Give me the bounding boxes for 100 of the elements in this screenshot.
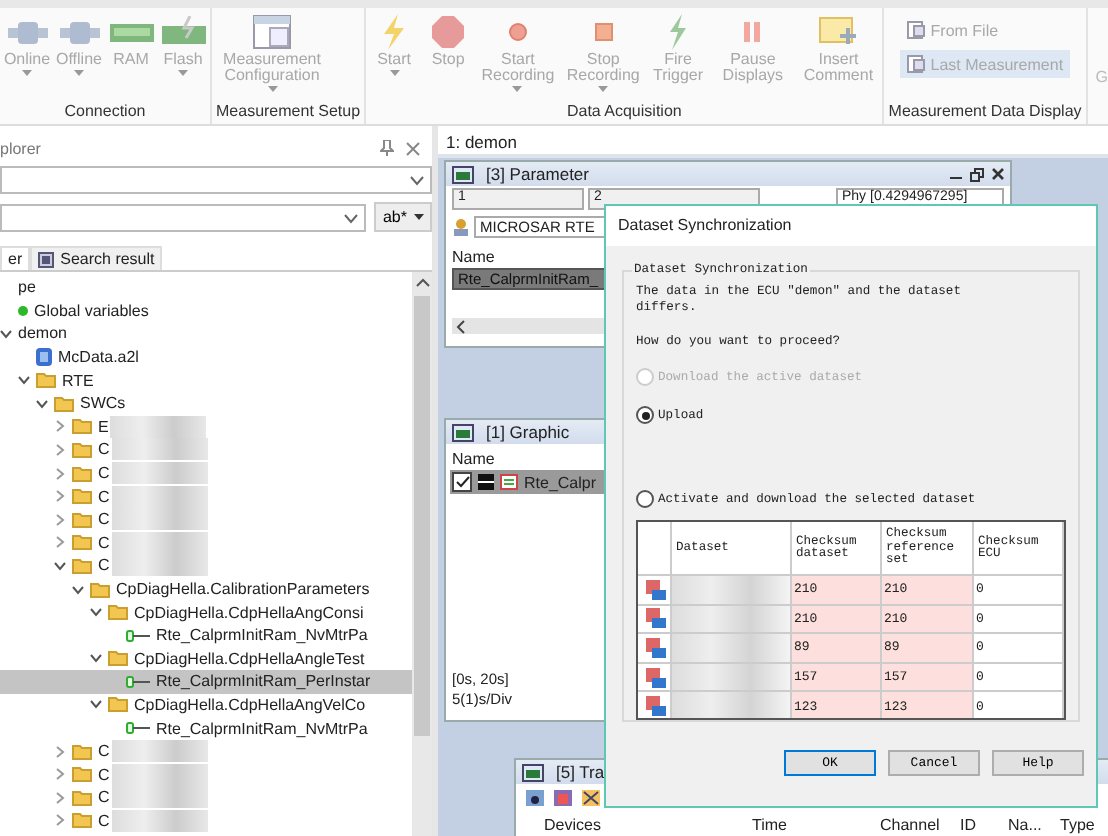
tree-item[interactable]: pe	[0, 276, 412, 300]
toolbar-icon	[526, 790, 544, 806]
close-icon	[406, 141, 420, 155]
tree-item[interactable]: Rte_CalprmInitRam_NvMtrPa	[0, 623, 412, 647]
scrollbar-thumb[interactable]	[414, 296, 430, 736]
column-header[interactable]: Na...	[1008, 816, 1042, 834]
chart-icon	[452, 423, 474, 441]
caret-icon	[413, 214, 423, 220]
tree-item[interactable]: Rte_CalprmInitRam_NvMtrPa	[0, 716, 412, 740]
column-header[interactable]: Devices	[544, 816, 601, 834]
pause-icon	[742, 20, 763, 44]
checkmark-icon	[455, 476, 469, 488]
column-header[interactable]: ID	[960, 816, 976, 834]
panel-title: plorer	[0, 139, 41, 157]
dropdown-field[interactable]	[0, 166, 432, 194]
tree-item[interactable]: C	[0, 762, 412, 787]
list-icon	[38, 251, 55, 267]
column-header[interactable]: Channel	[880, 816, 940, 834]
note-icon	[818, 14, 859, 50]
tree-item[interactable]: CpDiagHella.CdpHellaAngleTest	[0, 647, 412, 671]
chevron-left-icon	[456, 319, 466, 333]
tree-item[interactable]: C	[0, 554, 412, 578]
tree-item[interactable]: demon	[0, 322, 412, 346]
parameter-icon	[126, 629, 150, 642]
lightning-icon	[380, 14, 409, 50]
window-icon	[252, 14, 292, 50]
chip-flash-icon	[159, 16, 207, 48]
database-icon	[36, 348, 52, 367]
caret-icon	[22, 70, 32, 76]
tree-item[interactable]: E	[0, 415, 412, 439]
tree-item[interactable]: C	[0, 809, 412, 833]
plug-icon	[57, 18, 101, 46]
tree-item[interactable]: Rte_CalprmInitRam_PerInstar	[0, 670, 412, 694]
tree-item[interactable]: SWCs	[0, 391, 412, 416]
search-option-button[interactable]: ab*	[374, 202, 432, 232]
chip-icon	[107, 18, 155, 46]
tree-item[interactable]: CpDiagHella.CalibrationParameters	[0, 577, 412, 601]
user-icon	[452, 218, 470, 236]
caret-icon	[598, 86, 609, 92]
dataset-icon	[645, 696, 665, 717]
tree-item[interactable]: C	[0, 739, 412, 763]
group-label: Measurement Setup	[216, 102, 361, 124]
window-icon	[522, 763, 544, 781]
toolbar-icon	[554, 790, 572, 806]
column-header: Name	[450, 448, 497, 470]
caret-icon	[512, 86, 523, 92]
checkbox[interactable]	[452, 472, 472, 492]
lightning-icon	[666, 14, 691, 50]
dialog-title: Dataset Synchronization	[606, 206, 1096, 246]
dataset-icon	[645, 608, 665, 629]
tab[interactable]: er	[0, 246, 31, 270]
dot-icon	[18, 305, 28, 316]
caret-icon	[178, 70, 188, 76]
square-icon	[593, 22, 614, 42]
group-label: Measurement Data Display	[888, 102, 1082, 124]
column-header[interactable]: Type	[1060, 816, 1095, 834]
signal-name: Rte_Calpr	[524, 473, 597, 491]
plug-icon	[5, 18, 49, 46]
window-icon	[452, 165, 474, 183]
tree-item[interactable]: C	[0, 786, 412, 810]
caret-icon	[389, 70, 400, 76]
dataset-icon	[645, 579, 665, 600]
group-label: Data Acquisition	[564, 102, 684, 124]
parameter-icon	[126, 675, 150, 688]
parameter-icon	[126, 722, 150, 735]
caret-icon	[74, 70, 84, 76]
stop-icon	[430, 14, 467, 50]
chevron-up-icon	[415, 278, 429, 288]
file-icon	[906, 54, 927, 74]
tree-item[interactable]: McData.a2l	[0, 345, 412, 369]
tree-item[interactable]: C	[0, 531, 412, 555]
line-style-icon	[478, 474, 494, 490]
tree-item[interactable]: CpDiagHella.CdpHellaAngVelCo	[0, 693, 412, 717]
tab[interactable]: Search result	[30, 246, 163, 270]
dataset-icon	[645, 667, 665, 688]
parameter-icon	[500, 474, 518, 490]
group-label: Connection	[62, 102, 148, 124]
file-icon	[906, 20, 927, 40]
search-field[interactable]	[0, 204, 366, 232]
tree-item[interactable]: CpDiagHella.CdpHellaAngConsi	[0, 600, 412, 624]
column-header: Name	[450, 246, 497, 268]
record-icon	[507, 22, 528, 42]
tree-item[interactable]: C	[0, 438, 412, 462]
window-titlebar: [3] Parameter	[446, 162, 1010, 186]
tree-item[interactable]: RTE	[0, 368, 412, 392]
column-header[interactable]: Time	[752, 816, 787, 834]
tree-item[interactable]: Global variables	[0, 299, 412, 323]
restore-icon	[970, 167, 984, 181]
tree-item[interactable]: C	[0, 461, 412, 485]
chevron-down-icon	[410, 175, 424, 185]
toolbar-icon	[582, 790, 600, 806]
caret-icon	[267, 86, 277, 92]
chevron-down-icon	[344, 213, 358, 223]
close-icon	[992, 168, 1004, 180]
ribbon-label: G	[1093, 66, 1108, 90]
tree-item[interactable]: C	[0, 484, 412, 508]
pin-icon	[380, 140, 394, 156]
tree-item[interactable]: C	[0, 507, 412, 532]
dataset-icon	[645, 637, 665, 658]
scrollbar[interactable]	[412, 272, 432, 836]
